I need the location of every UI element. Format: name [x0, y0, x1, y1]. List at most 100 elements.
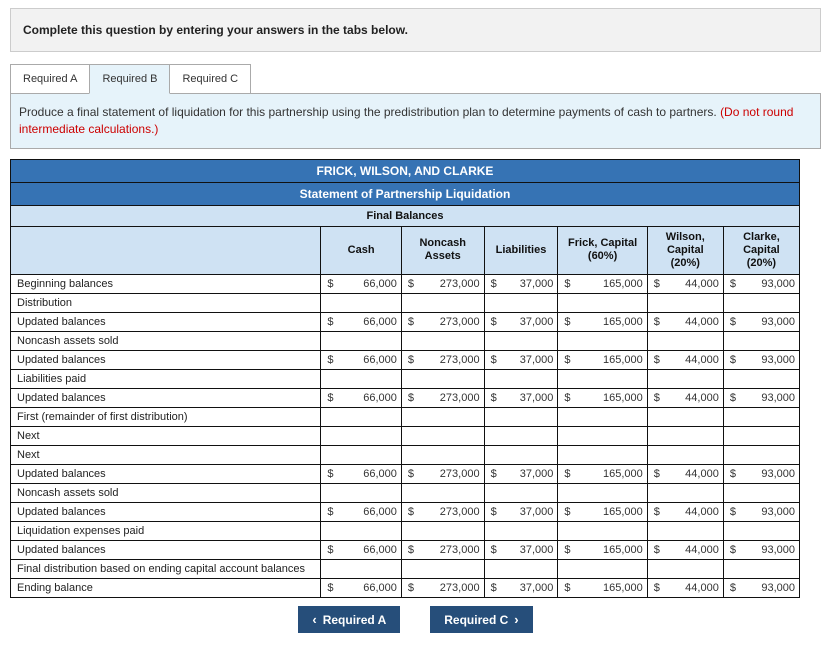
- value-cell[interactable]: [574, 408, 647, 427]
- currency-symbol[interactable]: [321, 560, 337, 579]
- value-cell[interactable]: 165,000: [574, 389, 647, 408]
- value-cell[interactable]: [574, 484, 647, 503]
- value-cell[interactable]: 273,000: [418, 579, 485, 598]
- value-cell[interactable]: [740, 522, 800, 541]
- currency-symbol[interactable]: [647, 522, 663, 541]
- value-cell[interactable]: 44,000: [663, 351, 723, 370]
- next-button[interactable]: Required C ›: [430, 606, 532, 633]
- currency-symbol[interactable]: $: [723, 313, 739, 332]
- value-cell[interactable]: 165,000: [574, 465, 647, 484]
- currency-symbol[interactable]: $: [484, 465, 500, 484]
- value-cell[interactable]: [418, 446, 485, 465]
- value-cell[interactable]: 93,000: [740, 275, 800, 294]
- value-cell[interactable]: 66,000: [337, 351, 401, 370]
- currency-symbol[interactable]: [484, 560, 500, 579]
- currency-symbol[interactable]: $: [647, 389, 663, 408]
- value-cell[interactable]: 66,000: [337, 465, 401, 484]
- value-cell[interactable]: [337, 427, 401, 446]
- currency-symbol[interactable]: [558, 522, 574, 541]
- value-cell[interactable]: 165,000: [574, 579, 647, 598]
- currency-symbol[interactable]: $: [647, 541, 663, 560]
- currency-symbol[interactable]: [647, 294, 663, 313]
- value-cell[interactable]: [574, 446, 647, 465]
- value-cell[interactable]: [663, 484, 723, 503]
- value-cell[interactable]: [337, 408, 401, 427]
- currency-symbol[interactable]: [484, 294, 500, 313]
- value-cell[interactable]: 37,000: [500, 351, 558, 370]
- value-cell[interactable]: 37,000: [500, 541, 558, 560]
- value-cell[interactable]: 273,000: [418, 275, 485, 294]
- currency-symbol[interactable]: [321, 370, 337, 389]
- currency-symbol[interactable]: $: [484, 313, 500, 332]
- currency-symbol[interactable]: [484, 427, 500, 446]
- currency-symbol[interactable]: [723, 560, 739, 579]
- currency-symbol[interactable]: $: [647, 313, 663, 332]
- currency-symbol[interactable]: $: [558, 541, 574, 560]
- value-cell[interactable]: 37,000: [500, 579, 558, 598]
- value-cell[interactable]: [418, 408, 485, 427]
- currency-symbol[interactable]: $: [321, 351, 337, 370]
- currency-symbol[interactable]: [723, 427, 739, 446]
- value-cell[interactable]: [418, 332, 485, 351]
- currency-symbol[interactable]: [321, 522, 337, 541]
- currency-symbol[interactable]: [321, 484, 337, 503]
- value-cell[interactable]: [663, 408, 723, 427]
- value-cell[interactable]: [663, 446, 723, 465]
- value-cell[interactable]: [337, 370, 401, 389]
- currency-symbol[interactable]: $: [723, 389, 739, 408]
- value-cell[interactable]: [500, 332, 558, 351]
- value-cell[interactable]: [500, 294, 558, 313]
- currency-symbol[interactable]: $: [401, 503, 417, 522]
- currency-symbol[interactable]: [558, 484, 574, 503]
- currency-symbol[interactable]: $: [723, 579, 739, 598]
- value-cell[interactable]: [500, 427, 558, 446]
- prev-button[interactable]: ‹ Required A: [298, 606, 400, 633]
- value-cell[interactable]: [500, 484, 558, 503]
- value-cell[interactable]: 165,000: [574, 541, 647, 560]
- currency-symbol[interactable]: [401, 484, 417, 503]
- currency-symbol[interactable]: [401, 522, 417, 541]
- currency-symbol[interactable]: [321, 294, 337, 313]
- value-cell[interactable]: [500, 370, 558, 389]
- value-cell[interactable]: 165,000: [574, 313, 647, 332]
- value-cell[interactable]: [663, 560, 723, 579]
- currency-symbol[interactable]: $: [321, 389, 337, 408]
- value-cell[interactable]: 93,000: [740, 351, 800, 370]
- tab-required-c[interactable]: Required C: [169, 64, 251, 94]
- value-cell[interactable]: 273,000: [418, 389, 485, 408]
- value-cell[interactable]: 37,000: [500, 275, 558, 294]
- currency-symbol[interactable]: $: [484, 541, 500, 560]
- currency-symbol[interactable]: [647, 370, 663, 389]
- currency-symbol[interactable]: $: [723, 351, 739, 370]
- value-cell[interactable]: [663, 427, 723, 446]
- value-cell[interactable]: 93,000: [740, 465, 800, 484]
- value-cell[interactable]: [500, 560, 558, 579]
- value-cell[interactable]: 165,000: [574, 275, 647, 294]
- currency-symbol[interactable]: $: [558, 275, 574, 294]
- currency-symbol[interactable]: [723, 446, 739, 465]
- value-cell[interactable]: 44,000: [663, 275, 723, 294]
- value-cell[interactable]: [740, 560, 800, 579]
- value-cell[interactable]: 273,000: [418, 503, 485, 522]
- value-cell[interactable]: [500, 446, 558, 465]
- currency-symbol[interactable]: [723, 484, 739, 503]
- value-cell[interactable]: 44,000: [663, 313, 723, 332]
- currency-symbol[interactable]: [321, 427, 337, 446]
- value-cell[interactable]: 93,000: [740, 541, 800, 560]
- value-cell[interactable]: [418, 294, 485, 313]
- currency-symbol[interactable]: $: [558, 503, 574, 522]
- currency-symbol[interactable]: $: [723, 275, 739, 294]
- currency-symbol[interactable]: [558, 446, 574, 465]
- currency-symbol[interactable]: $: [647, 579, 663, 598]
- currency-symbol[interactable]: [484, 370, 500, 389]
- currency-symbol[interactable]: [484, 332, 500, 351]
- value-cell[interactable]: 66,000: [337, 541, 401, 560]
- value-cell[interactable]: 44,000: [663, 503, 723, 522]
- value-cell[interactable]: 273,000: [418, 541, 485, 560]
- currency-symbol[interactable]: [558, 560, 574, 579]
- currency-symbol[interactable]: [558, 427, 574, 446]
- currency-symbol[interactable]: $: [484, 351, 500, 370]
- currency-symbol[interactable]: [558, 294, 574, 313]
- value-cell[interactable]: 44,000: [663, 389, 723, 408]
- value-cell[interactable]: 165,000: [574, 351, 647, 370]
